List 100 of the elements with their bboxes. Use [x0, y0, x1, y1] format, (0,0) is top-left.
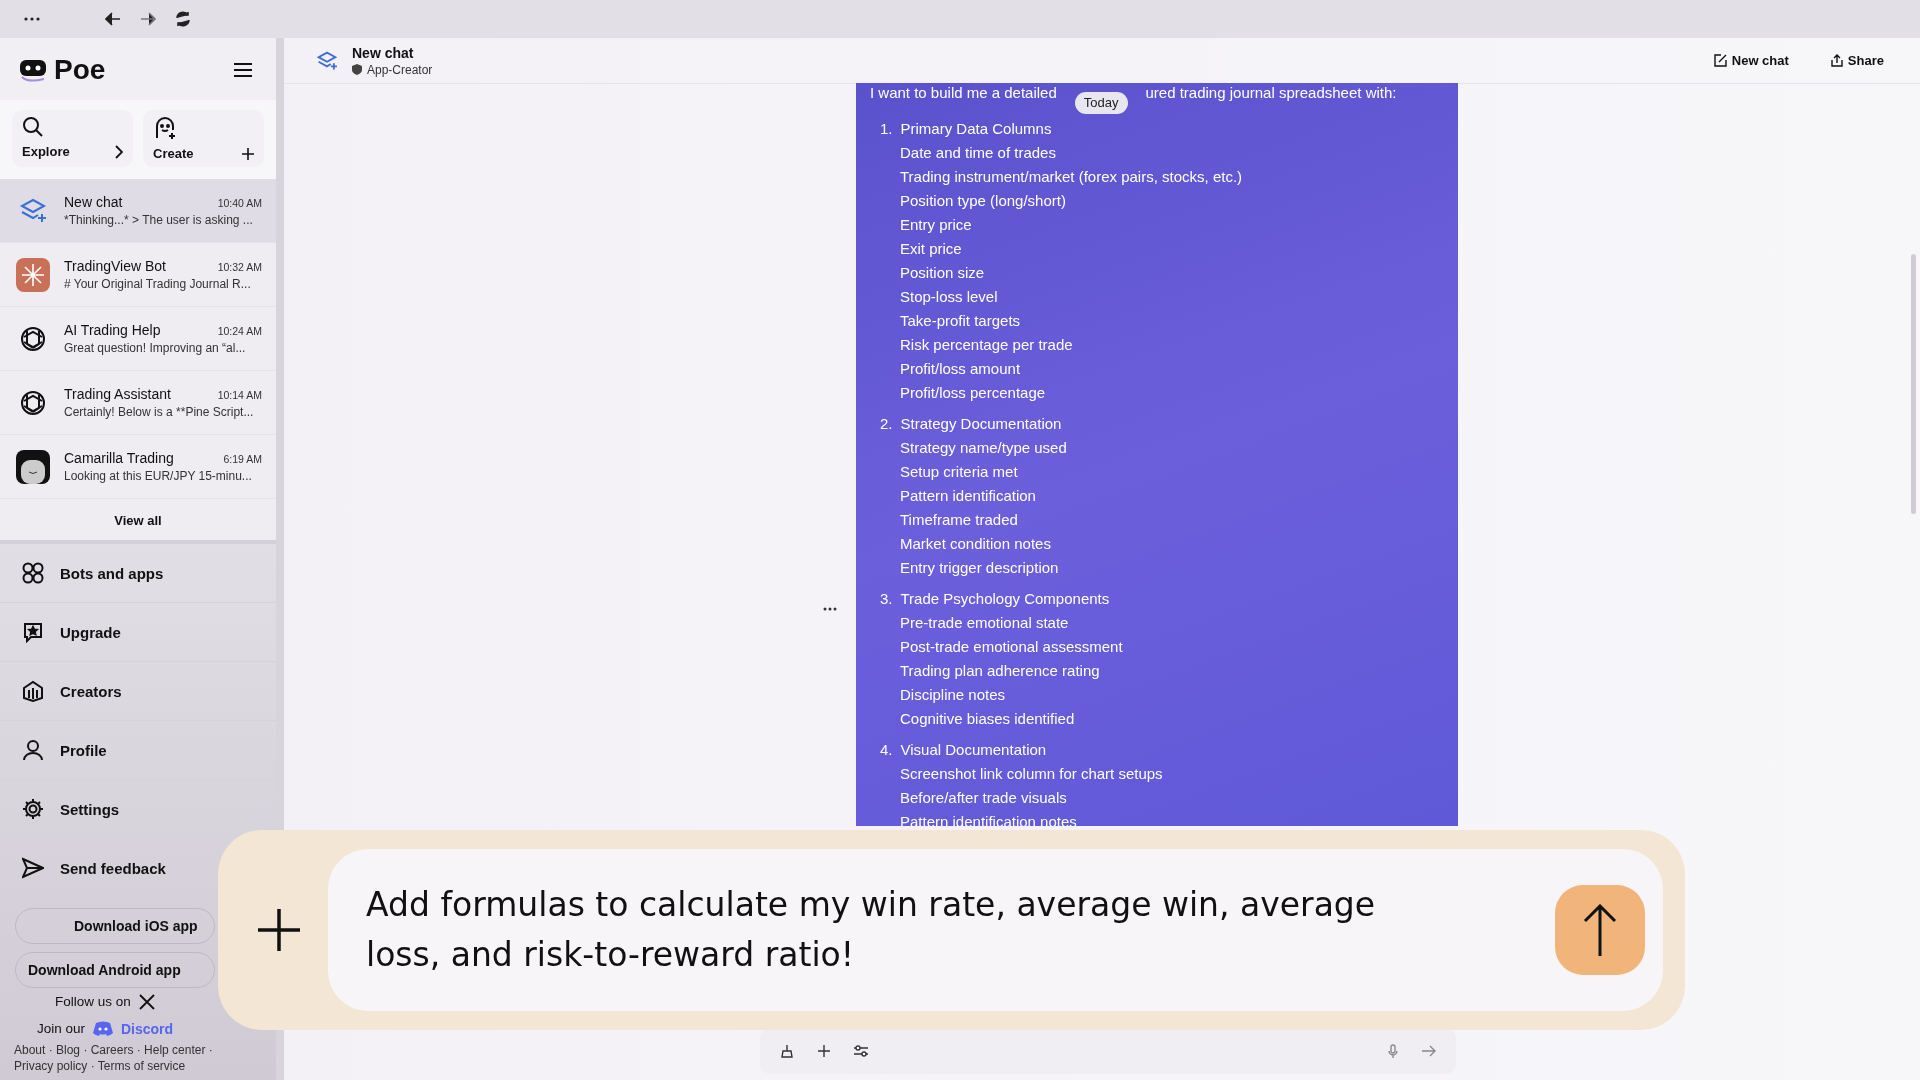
- chat-list-item[interactable]: Trading Assistant 10:14 AM Certainly! Below is a **Pine Script...: [0, 371, 276, 435]
- chat-time: 10:32 AM: [217, 261, 262, 273]
- header-action-button[interactable]: New chat: [1707, 52, 1795, 69]
- arrow-up-icon: [1583, 904, 1617, 956]
- list-item: Entry price: [899, 214, 973, 235]
- chat-title: New chat: [64, 194, 123, 210]
- list-item: Profit/loss percentage: [899, 382, 1047, 403]
- sidebar-nav-item[interactable]: Profile: [0, 721, 276, 780]
- share-icon: [1830, 54, 1843, 67]
- chat-preview: Certainly! Below is a **Pine Script...: [64, 405, 255, 419]
- search-icon: [22, 116, 44, 138]
- create-button[interactable]: Create: [143, 110, 264, 167]
- robot-logo-icon: [18, 57, 48, 83]
- more-icon[interactable]: [24, 17, 40, 21]
- message-text: ured trading journal spreadsheet with:: [1145, 84, 1397, 102]
- send-button[interactable]: [1555, 885, 1645, 975]
- chat-time: 10:14 AM: [217, 389, 262, 401]
- cartoon-avatar-icon: [16, 449, 50, 484]
- explore-button[interactable]: Explore: [12, 110, 133, 167]
- microphone-icon[interactable]: [1388, 1043, 1398, 1059]
- brush-icon[interactable]: [780, 1044, 794, 1058]
- chat-title: New chat: [352, 44, 415, 61]
- section-title: Visual Documentation: [900, 740, 1047, 758]
- chat-preview: *Thinking...* > The user is asking ...: [64, 213, 254, 227]
- bots-grid-icon: [22, 562, 44, 584]
- list-number: 2.: [880, 414, 893, 432]
- list-item: Pattern identification: [899, 485, 1037, 506]
- list-item: Setup criteria met: [899, 461, 1019, 482]
- arrow-right-icon[interactable]: [1422, 1045, 1436, 1057]
- list-item: Before/after trade visuals: [899, 787, 1068, 808]
- sidebar-nav-item[interactable]: Upgrade: [0, 603, 276, 662]
- chat-list-item[interactable]: AI Trading Help 10:24 AM Great question! Improving an “al...: [0, 307, 276, 371]
- list-item: Position type (long/short): [899, 190, 1067, 211]
- list-item: Trading plan adherence rating: [899, 660, 1101, 681]
- list-item: Pattern identification notes: [899, 811, 1078, 826]
- list-item: Profit/loss amount: [899, 358, 1022, 379]
- list-number: 1.: [880, 119, 893, 137]
- menu-icon[interactable]: [234, 63, 252, 77]
- list-item: Entry trigger description: [899, 557, 1060, 578]
- message-more-icon[interactable]: [823, 607, 837, 611]
- sidebar-nav-item[interactable]: Bots and apps: [0, 544, 276, 603]
- chat-title: Trading Assistant: [64, 386, 171, 402]
- chat-title: TradingView Bot: [64, 258, 166, 274]
- sidebar-nav-item[interactable]: Creators: [0, 662, 276, 721]
- person-icon: [22, 739, 44, 761]
- list-item: Strategy name/type used: [899, 437, 1068, 458]
- back-arrow-icon[interactable]: [105, 12, 121, 26]
- forward-arrow-icon[interactable]: [140, 12, 156, 26]
- chat-preview: Looking at this EUR/JPY 15-minu...: [64, 469, 253, 483]
- chat-time: 10:24 AM: [217, 325, 262, 337]
- header-action-button[interactable]: Share: [1824, 52, 1890, 69]
- footer-links[interactable]: About · Blog · Careers · Help center ·: [0, 1042, 276, 1058]
- message-input-field[interactable]: Add formulas to calculate my win rate, average win, average loss, and risk-to-reward ratio!: [328, 849, 1663, 1011]
- list-item: Screenshot link column for chart setups: [899, 763, 1164, 784]
- settings-icon: [22, 798, 44, 820]
- plus-icon[interactable]: [818, 1045, 830, 1057]
- list-item: Exit price: [899, 238, 963, 259]
- list-number: 3.: [880, 589, 893, 607]
- star-badge-icon: [22, 621, 44, 643]
- footer-links[interactable]: Privacy policy · Terms of service: [0, 1058, 276, 1074]
- list-item: Cognitive biases identified: [899, 708, 1076, 729]
- list-item: Take-profit targets: [899, 310, 1022, 331]
- logo-text: Poe: [54, 54, 106, 86]
- edit-icon: [1713, 54, 1727, 67]
- section-title: Strategy Documentation: [900, 414, 1062, 432]
- sliders-icon[interactable]: [854, 1045, 868, 1057]
- follow-text: Follow us on: [55, 994, 131, 1009]
- scrollbar[interactable]: [1911, 254, 1916, 514]
- shield-icon: [352, 64, 362, 75]
- list-item: Trading instrument/market (forex pairs, stocks, etc.): [899, 166, 1244, 187]
- reload-icon[interactable]: [175, 11, 191, 27]
- chevron-right-icon: [115, 144, 123, 159]
- chat-title: Camarilla Trading: [64, 450, 174, 466]
- chat-time: 6:19 AM: [223, 453, 262, 465]
- chat-preview: Great question! Improving an “al...: [64, 341, 247, 355]
- chat-list-item[interactable]: TradingView Bot 10:32 AM # Your Original Trading Journal R...: [0, 243, 276, 307]
- plus-icon[interactable]: [258, 909, 300, 951]
- list-item: Discipline notes: [899, 684, 1007, 705]
- date-badge: Today: [1074, 92, 1128, 114]
- chat-title: AI Trading Help: [64, 322, 161, 338]
- list-item: Risk percentage per trade: [899, 334, 1074, 355]
- list-item: Date and time of trades: [899, 142, 1057, 163]
- list-item: Pre-trade emotional state: [899, 612, 1070, 633]
- chat-list-item[interactable]: Camarilla Trading 6:19 AM Looking at this EUR/JPY 15-minu...: [0, 435, 276, 499]
- message-text: I want to build me a detailed: [870, 84, 1057, 102]
- section-title: Trade Psychology Components: [900, 589, 1110, 607]
- discord-logo-icon[interactable]: [92, 1021, 113, 1036]
- chat-list-item[interactable]: New chat 10:40 AM *Thinking...* > The user is asking ...: [0, 179, 276, 243]
- list-number: 4.: [880, 740, 893, 758]
- plus-icon: [242, 147, 254, 160]
- list-item: Timeframe traded: [899, 509, 1019, 530]
- sunburst-avatar-icon: [16, 257, 50, 292]
- list-item: Stop-loss level: [899, 286, 999, 307]
- x-logo-icon[interactable]: [138, 993, 155, 1010]
- view-all-link[interactable]: View all: [114, 499, 162, 540]
- bot-plus-icon: [153, 116, 177, 140]
- bot-name: App-Creator: [367, 62, 433, 77]
- list-item: Market condition notes: [899, 533, 1052, 554]
- chat-preview: # Your Original Trading Journal R...: [64, 277, 252, 291]
- section-title: Primary Data Columns: [900, 119, 1052, 137]
